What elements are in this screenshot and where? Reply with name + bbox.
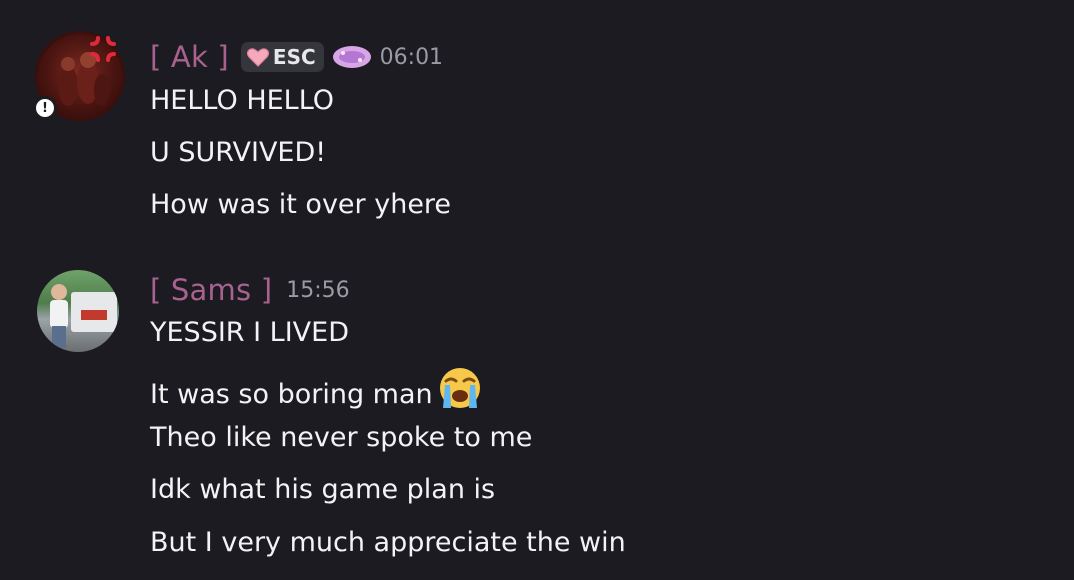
chat-view: { "messages": [ { "username": "[ Ak ]", … [0, 0, 1074, 580]
status-badge-icon: ! [33, 96, 57, 120]
role-badge-icon[interactable] [332, 44, 372, 70]
message-line-with-emoji: It was so boring man [150, 368, 483, 423]
loudly-crying-face-icon [437, 365, 483, 420]
message-line: Idk what his game plan is [150, 474, 496, 505]
timestamp: 06:01 [379, 44, 444, 70]
avatar-sams[interactable] [37, 270, 119, 352]
guild-tag-label: ESC [272, 45, 316, 69]
message-line: How was it over yhere [150, 189, 452, 220]
username[interactable]: [ Ak ] [150, 40, 229, 74]
message-text: It was so boring man [150, 379, 433, 410]
username[interactable]: [ Sams ] [150, 273, 272, 307]
message-line: U SURVIVED! [150, 137, 327, 168]
message-line: YESSIR I LIVED [150, 317, 350, 348]
message-header: [ Sams ] 15:56 [150, 273, 350, 307]
message-line: Theo like never spoke to me [150, 422, 533, 453]
message-line: HELLO HELLO [150, 85, 335, 116]
anger-symbol-icon [90, 36, 116, 62]
message-line: But I very much appreciate the win [150, 527, 626, 558]
guild-tag[interactable]: ESC [240, 42, 324, 72]
timestamp: 15:56 [286, 277, 350, 303]
message-header: [ Ak ] ESC 06:01 [150, 40, 443, 74]
pink-heart-icon [246, 48, 269, 67]
